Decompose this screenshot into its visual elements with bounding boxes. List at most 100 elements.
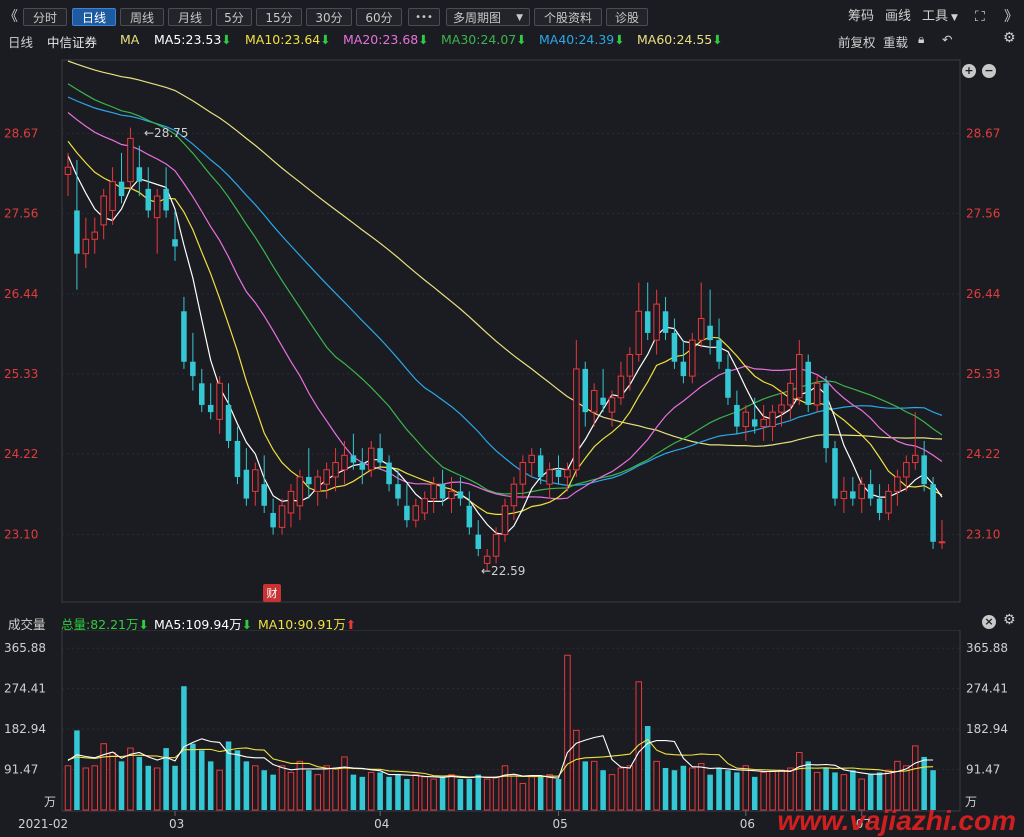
volume-bar (796, 752, 803, 811)
volume-bar (769, 769, 776, 811)
ma30-value: MA30:24.07⬇ (441, 32, 527, 47)
next-stock-button[interactable]: 》 (1004, 8, 1018, 26)
candles (64, 127, 946, 572)
candle (760, 404, 767, 441)
candle (840, 476, 848, 513)
fullscreen-icon[interactable]: ⛶ (975, 8, 985, 26)
volume-bar (707, 774, 713, 810)
undo-icon[interactable]: ↶ (942, 32, 952, 47)
candle (492, 527, 500, 564)
volume-bar (510, 774, 518, 811)
candle (716, 318, 722, 369)
volume-bar (243, 761, 250, 810)
candle (930, 476, 936, 549)
volume-bar (457, 779, 464, 810)
candle (118, 152, 125, 204)
volume-bar (760, 771, 767, 811)
volume-bar (314, 774, 321, 811)
volume-legend: 成交量 总量:82.21万⬇ MA5:109.94万⬇ MA10:90.91万⬆… (0, 612, 1024, 632)
candle (359, 448, 366, 485)
site-watermark: www.vajiazhi.com (777, 805, 1016, 836)
period-tab-weekly[interactable]: 周线 (120, 8, 164, 26)
period-tab-30min[interactable]: 30分 (306, 8, 352, 26)
candle (832, 440, 838, 506)
candle (850, 476, 856, 506)
volume-bar (74, 730, 80, 810)
volume-bar (306, 770, 312, 810)
candle (314, 469, 321, 506)
date-tick: 2021-02 (18, 817, 68, 831)
volume-settings-gear-icon[interactable]: ⚙ (1003, 612, 1016, 628)
price-gridlines (62, 132, 960, 536)
period-tab-monthly[interactable]: 月线 (168, 8, 212, 26)
volume-bar (127, 747, 134, 811)
volume-bar (590, 760, 598, 811)
volume-bar (367, 771, 375, 811)
candle (243, 448, 250, 506)
ma-legend: 日线 中信证券 MA MA5:23.53⬇ MA10:23.64⬇ MA20:2… (0, 30, 1024, 78)
volume-bar (662, 768, 669, 810)
adjust-mode-button[interactable]: 前复权 (838, 32, 876, 51)
chart-toolbar: 《 分时 日线 周线 月线 5分 15分 30分 60分 ••• 多周期图 ▼ … (0, 0, 1024, 32)
more-periods-button[interactable]: ••• (408, 8, 440, 26)
volume-bar (555, 779, 562, 810)
volume-bar (483, 778, 491, 811)
candle (404, 484, 410, 528)
candle (697, 282, 705, 348)
volume-bar (252, 765, 259, 811)
volume-bar (475, 774, 482, 810)
moving-average-lines (67, 60, 943, 536)
period-tab-intraday[interactable]: 分时 (23, 8, 67, 26)
volume-bar (466, 779, 473, 810)
draw-line-button[interactable]: 画线 (885, 8, 911, 26)
candle (386, 455, 392, 492)
date-tick: 04 (374, 817, 389, 831)
close-volume-pane-icon[interactable]: × (982, 615, 996, 629)
candle (270, 498, 276, 535)
volume-bar (207, 761, 214, 810)
volume-bar (377, 772, 383, 810)
tools-dropdown[interactable]: 工具 ▼ (922, 8, 958, 26)
volume-bar (689, 767, 696, 811)
candle (689, 332, 696, 384)
price-tick-right: 25.33 (966, 367, 1000, 381)
candle (377, 433, 383, 470)
volume-bar (697, 763, 705, 811)
candle (787, 368, 794, 420)
period-tab-60min[interactable]: 60分 (356, 8, 402, 26)
candle (671, 318, 678, 369)
diagnose-button[interactable]: 诊股 (606, 8, 648, 26)
volume-bar (653, 760, 660, 811)
volume-bar (323, 765, 330, 811)
volume-bar (64, 765, 72, 811)
candlestick-chart[interactable]: 28.67 28.67 27.56 27.56 26.44 26.44 25.33 25.33… (0, 50, 1024, 606)
ma20-value: MA20:23.68⬇ (343, 32, 429, 47)
volume-bar (734, 772, 740, 810)
candle (858, 476, 865, 513)
multi-period-dropdown[interactable]: 多周期图 ▼ (446, 8, 530, 26)
volume-bar (145, 765, 152, 810)
date-tick: 05 (553, 817, 568, 831)
stock-info-button[interactable]: 个股资料 (534, 8, 602, 26)
volume-bar (537, 776, 544, 810)
period-tab-daily[interactable]: 日线 (72, 8, 116, 26)
volume-bar (332, 767, 339, 811)
volume-tick-left: 365.88 (4, 641, 46, 655)
prev-stock-button[interactable]: 《 (4, 8, 18, 26)
volume-bar (270, 774, 276, 810)
volume-tick-right: 91.47 (966, 763, 1000, 777)
candle (145, 167, 152, 218)
volume-bar (787, 767, 794, 811)
price-tick-left: 24.22 (4, 447, 38, 461)
period-tab-15min[interactable]: 15分 (256, 8, 302, 26)
candle (199, 368, 205, 413)
volume-unit-left: 万 (44, 795, 56, 809)
volume-bar (350, 774, 357, 810)
volume-bar (582, 761, 589, 810)
period-tab-5min[interactable]: 5分 (216, 8, 252, 26)
lock-icon[interactable]: 🔒︎ (918, 32, 924, 47)
settings-gear-icon[interactable]: ⚙ (1003, 30, 1016, 46)
chips-button[interactable]: 筹码 (848, 8, 874, 26)
volume-bar (234, 750, 241, 810)
reload-button[interactable]: 重载 (883, 32, 908, 51)
